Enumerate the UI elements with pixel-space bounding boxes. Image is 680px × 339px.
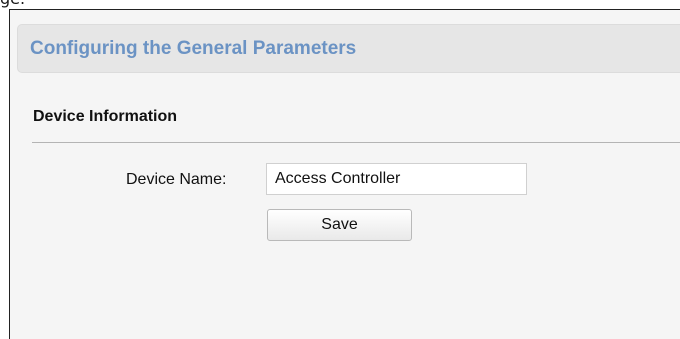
device-name-input[interactable] [266, 163, 527, 195]
page-header: Configuring the General Parameters [17, 24, 680, 73]
save-button[interactable]: Save [267, 209, 412, 241]
clipped-caption-text: ge. [0, 0, 25, 8]
page-title: Configuring the General Parameters [30, 38, 357, 59]
section-title-device-information: Device Information [33, 108, 178, 125]
section-divider [32, 142, 680, 143]
device-name-label: Device Name: [126, 171, 227, 188]
clipped-page-caption: ge. [0, 0, 140, 9]
settings-panel: Configuring the General Parameters Devic… [9, 9, 680, 339]
